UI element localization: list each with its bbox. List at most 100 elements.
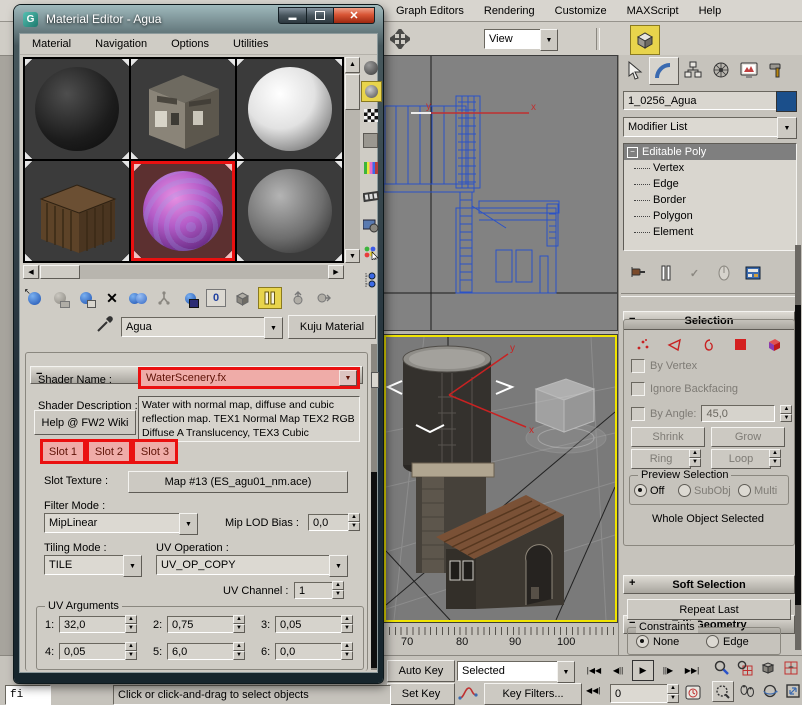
- material-name-arrow-icon[interactable]: ▼: [264, 317, 283, 339]
- shrink-button[interactable]: Shrink: [631, 427, 705, 447]
- soft-selection-rollout-header[interactable]: +Soft Selection: [623, 575, 795, 594]
- tiling-mode-dropdown[interactable]: TILE: [44, 555, 133, 575]
- menu-customize[interactable]: Customize: [545, 5, 617, 17]
- backlight-icon[interactable]: [361, 81, 382, 102]
- put-to-scene-icon[interactable]: [50, 288, 70, 308]
- mip-lod-bias-spinner[interactable]: ▲▼: [348, 513, 360, 531]
- stack-item-polygon[interactable]: Polygon: [624, 208, 796, 224]
- params-scrollbar[interactable]: [371, 344, 377, 670]
- tab-modify-icon[interactable]: [649, 57, 679, 85]
- repeat-last-button[interactable]: Repeat Last: [627, 599, 791, 620]
- uv-operation-arrow-icon[interactable]: ▼: [329, 555, 348, 577]
- constraint-none-radio[interactable]: [636, 635, 649, 648]
- uv-channel-spinner[interactable]: ▲▼: [332, 581, 344, 599]
- by-angle-spinner[interactable]: ▲▼: [780, 405, 792, 422]
- go-to-end-button[interactable]: ▶▶|: [682, 661, 702, 680]
- uv-arg-3-field[interactable]: 0,05: [275, 616, 347, 633]
- background-icon[interactable]: [361, 106, 380, 125]
- go-to-start-button[interactable]: |◀◀: [584, 661, 604, 680]
- preview-off-radio[interactable]: [634, 484, 647, 497]
- make-unique-icon[interactable]: ✓: [685, 264, 704, 283]
- scroll-right-icon[interactable]: ▶: [328, 265, 344, 279]
- timeline[interactable]: 70 80 90 100: [383, 623, 618, 655]
- collapse-minus-icon[interactable]: −: [627, 147, 638, 158]
- reference-coordinate-arrow-icon[interactable]: ▼: [540, 29, 558, 51]
- viewport-perspective-active[interactable]: y x: [383, 334, 618, 623]
- current-frame-spinner[interactable]: ▲▼: [667, 684, 679, 703]
- filter-mode-dropdown[interactable]: MipLinear: [44, 513, 189, 533]
- play-button[interactable]: ▶: [632, 660, 654, 681]
- border-mode-icon[interactable]: [699, 335, 718, 354]
- key-mode-curve-icon[interactable]: [458, 683, 478, 705]
- maximize-viewport-icon[interactable]: [783, 681, 802, 700]
- modifier-list-arrow-icon[interactable]: ▼: [777, 117, 797, 139]
- help-wiki-button[interactable]: Help @ FW2 Wiki: [34, 410, 136, 435]
- slot-3-button[interactable]: Slot 3: [132, 439, 178, 464]
- modifier-list-dropdown[interactable]: Modifier List: [623, 117, 787, 137]
- stack-item-vertex[interactable]: Vertex: [624, 160, 796, 176]
- loop-spinner[interactable]: ▲▼: [769, 449, 781, 467]
- put-to-library-icon[interactable]: [180, 288, 200, 308]
- tab-display-icon[interactable]: [735, 57, 763, 83]
- tab-create-icon[interactable]: [621, 57, 649, 83]
- sample-slot-3[interactable]: [237, 59, 342, 159]
- zoom-all-icon[interactable]: [735, 658, 755, 677]
- go-to-start-small-button[interactable]: ◀◀|: [586, 686, 600, 695]
- preview-multi-radio[interactable]: [738, 484, 751, 497]
- ring-spinner[interactable]: ▲▼: [689, 449, 701, 467]
- previous-frame-button[interactable]: ◀||: [608, 661, 628, 680]
- uv-arg-5-spinner[interactable]: ▲▼: [233, 642, 245, 660]
- show-map-in-viewport-icon[interactable]: [232, 288, 252, 308]
- pick-material-eyedropper-icon[interactable]: [96, 315, 114, 336]
- key-filters-button[interactable]: Key Filters...: [484, 683, 582, 705]
- show-end-result-stack-icon[interactable]: [656, 264, 675, 283]
- uv-arg-6-field[interactable]: 0,0: [275, 643, 347, 660]
- scroll-left-icon[interactable]: ◀: [23, 265, 39, 279]
- slot-1-button[interactable]: Slot 1: [40, 439, 86, 464]
- slots-horizontal-scrollbar[interactable]: ◀ ▶: [23, 265, 344, 279]
- timeline-ruler[interactable]: [383, 627, 616, 635]
- auto-key-button[interactable]: Auto Key: [387, 660, 455, 682]
- next-frame-button[interactable]: ||▶: [658, 661, 678, 680]
- uv-arg-5-field[interactable]: 6,0: [167, 643, 239, 660]
- time-configuration-icon[interactable]: [684, 683, 702, 704]
- stack-item-editable-poly[interactable]: − Editable Poly: [624, 144, 796, 160]
- stack-item-element[interactable]: Element: [624, 224, 796, 240]
- scroll-up-icon[interactable]: ▲: [345, 57, 360, 73]
- selection-set-arrow-icon[interactable]: ▼: [557, 661, 575, 683]
- menu-graph-editors[interactable]: Graph Editors: [386, 5, 474, 17]
- tab-hierarchy-icon[interactable]: [679, 57, 707, 83]
- menu-maxscript[interactable]: MAXScript: [617, 5, 689, 17]
- material-id-channel-icon[interactable]: 0: [206, 289, 226, 307]
- scrollbar-thumb[interactable]: [345, 74, 360, 110]
- zoom-region-icon[interactable]: [712, 681, 734, 702]
- sample-uv-tiling-icon[interactable]: [361, 131, 380, 150]
- uv-arg-4-field[interactable]: 0,05: [59, 643, 131, 660]
- zoom-icon[interactable]: [712, 658, 732, 677]
- vertex-mode-icon[interactable]: [633, 335, 652, 354]
- menu-help[interactable]: Help: [689, 5, 732, 17]
- assign-to-selection-icon[interactable]: [76, 288, 96, 308]
- tab-motion-icon[interactable]: [707, 57, 735, 83]
- loop-button[interactable]: Loop: [711, 449, 771, 469]
- uv-operation-dropdown[interactable]: UV_OP_COPY: [156, 555, 339, 575]
- params-scrollbar-grip[interactable]: [371, 372, 379, 388]
- selection-set-dropdown[interactable]: Selected: [457, 661, 567, 681]
- reset-map-icon[interactable]: ✕: [102, 288, 122, 308]
- material-editor-titlebar[interactable]: G Material Editor - Agua ▬ ✕: [14, 5, 383, 33]
- make-preview-icon[interactable]: [361, 187, 380, 206]
- make-unique-material-icon[interactable]: [154, 288, 174, 308]
- tab-utilities-icon[interactable]: [763, 57, 791, 83]
- menu-navigation[interactable]: Navigation: [95, 38, 147, 50]
- sample-type-icon[interactable]: [361, 58, 380, 77]
- element-mode-icon[interactable]: [764, 335, 783, 354]
- slot-texture-button[interactable]: Map #13 (ES_agu01_nm.ace): [128, 471, 348, 493]
- menu-rendering[interactable]: Rendering: [474, 5, 545, 17]
- go-to-parent-icon[interactable]: [288, 288, 308, 308]
- snaps-toggle-button[interactable]: [630, 25, 660, 55]
- select-by-material-icon[interactable]: [361, 243, 380, 262]
- panel-scrollbar[interactable]: [795, 245, 801, 650]
- maxscript-mini-listener[interactable]: fi: [5, 685, 51, 705]
- by-angle-checkbox[interactable]: [631, 407, 645, 421]
- uv-arg-2-field[interactable]: 0,75: [167, 616, 239, 633]
